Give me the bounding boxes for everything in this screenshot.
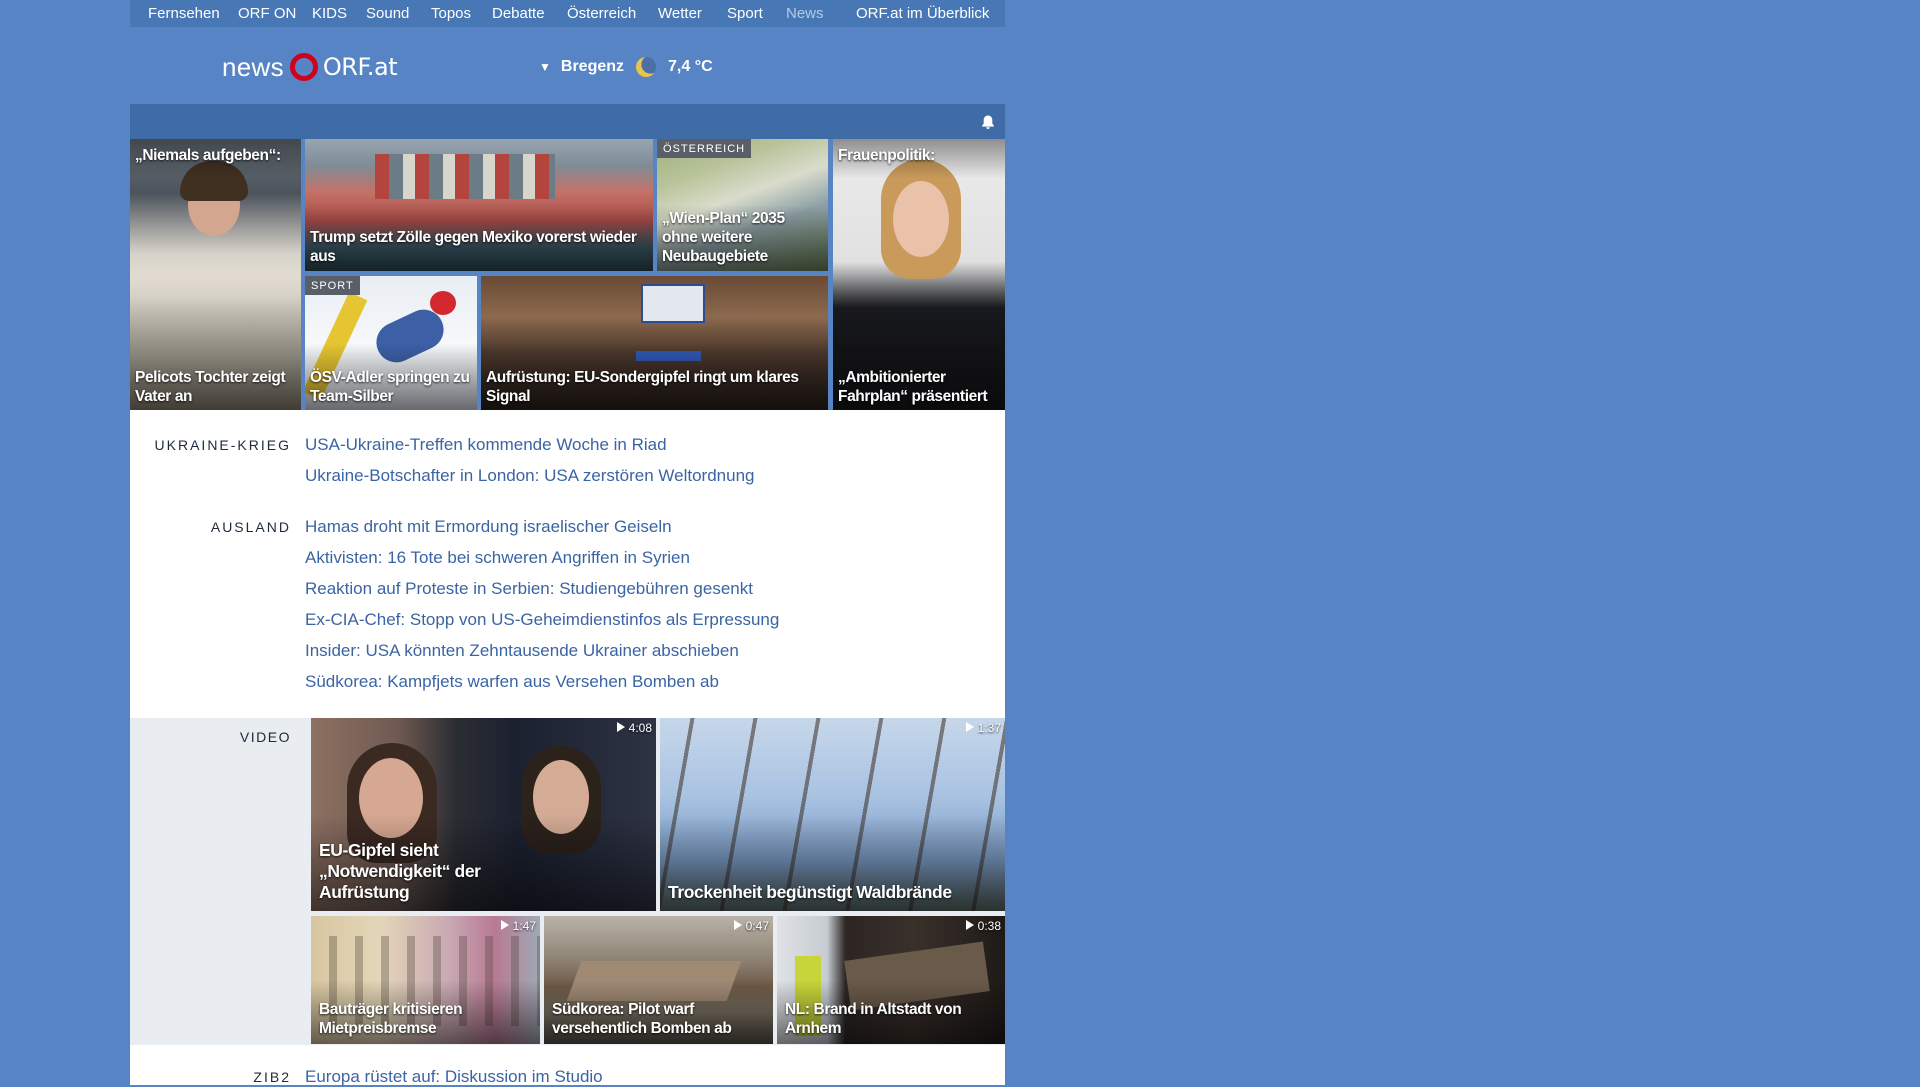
headline-link[interactable]: Ukraine-Botschafter in London: USA zerst… (305, 466, 755, 486)
video-duration: 0:38 (965, 919, 1001, 933)
section-label-zib2[interactable]: ZIB2 (253, 1069, 291, 1085)
hero-tile-frauenpolitik[interactable]: Frauenpolitik: „Ambitionierter Fahrplan“… (833, 139, 1005, 411)
video-duration: 0:47 (733, 919, 769, 933)
video-duration: 4:08 (616, 721, 652, 735)
nav-topos[interactable]: Topos (431, 0, 471, 27)
logo-orf-text: ORF.at (322, 53, 398, 81)
video-duration: 1:47 (500, 919, 536, 933)
hero-subtitle: „Ambitionierter Fahrplan“ präsentiert (838, 369, 988, 405)
page: Fernsehen ORF ON KIDS Sound Topos Debatt… (130, 0, 1005, 1086)
video-tile[interactable]: 4:08 EU-Gipfel sieht „Notwendigkeit“ der… (311, 718, 656, 911)
video-duration: 1:37 (965, 721, 1001, 735)
zib2-section: ZIB2 Europa rüstet auf: Diskussion im St… (130, 1045, 1005, 1087)
headline-link[interactable]: Südkorea: Kampfjets warfen aus Versehen … (305, 672, 719, 692)
weather-widget[interactable]: ▼ Bregenz 7,4 °C (539, 55, 713, 79)
video-section: VIDEO 4:08 EU-Gipfel sieht „Notwendigkei… (130, 718, 1005, 1046)
top-navigation: Fernsehen ORF ON KIDS Sound Topos Debatt… (130, 0, 1005, 27)
hero-title: Trump setzt Zölle gegen Mexiko vorerst w… (310, 229, 637, 265)
video-title: NL: Brand in Altstadt von Arnhem (785, 1001, 962, 1037)
hero-title: ÖSV-Adler springen zu Team-Silber (310, 369, 470, 405)
nav-news[interactable]: News (786, 0, 824, 27)
bell-icon[interactable] (981, 114, 995, 130)
section-label-ukraine-krieg[interactable]: UKRAINE-KRIEG (155, 437, 291, 453)
hero-tile-wien-plan[interactable]: ÖSTERREICH „Wien-Plan“ 2035 ohne weitere… (657, 139, 828, 271)
video-title: Trockenheit begünstigt Waldbrände (668, 882, 952, 902)
play-icon (965, 722, 974, 732)
play-icon (500, 920, 509, 930)
weather-city[interactable]: Bregenz (561, 58, 624, 76)
nav-fernsehen[interactable]: Fernsehen (148, 0, 220, 27)
headline-link[interactable]: Aktivisten: 16 Tote bei schweren Angriff… (305, 548, 690, 568)
hero-title: Frauenpolitik: (838, 147, 935, 164)
nav-overview[interactable]: ORF.at im Überblick (856, 0, 989, 27)
news-list: UKRAINE-KRIEG USA-Ukraine-Treffen kommen… (130, 410, 1005, 720)
nav-sport[interactable]: Sport (727, 0, 763, 27)
hero-title: „Niemals aufgeben“: (135, 147, 281, 164)
nav-oesterreich[interactable]: Österreich (567, 0, 636, 27)
headline-link[interactable]: Europa rüstet auf: Diskussion im Studio (305, 1067, 603, 1087)
video-title: Bauträger kritisieren Mietpreisbremse (319, 1001, 463, 1037)
category-badge: SPORT (305, 276, 360, 295)
video-tile[interactable]: 1:37 Trockenheit begünstigt Waldbrände (660, 718, 1005, 911)
sub-bar (130, 104, 1005, 139)
nav-kids[interactable]: KIDS (312, 0, 347, 27)
video-title: EU-Gipfel sieht „Notwendigkeit“ der Aufr… (319, 840, 481, 902)
play-icon (965, 920, 974, 930)
headline-link[interactable]: Hamas droht mit Ermordung israelischer G… (305, 517, 672, 537)
hero-tile-pelicot[interactable]: „Niemals aufgeben“: Pelicots Tochter zei… (130, 139, 301, 411)
headline-link[interactable]: Ex-CIA-Chef: Stopp von US-Geheimdienstin… (305, 610, 779, 630)
moon-icon (636, 57, 657, 77)
hero-title: Aufrüstung: EU-Sondergipfel ringt um kla… (486, 369, 799, 405)
weather-temperature: 7,4 °C (668, 58, 713, 75)
hero-tile-aufruestung[interactable]: Aufrüstung: EU-Sondergipfel ringt um kla… (481, 276, 828, 411)
site-header: news ORF.at ▼ Bregenz 7,4 °C (130, 27, 1005, 105)
play-icon (616, 722, 625, 732)
section-label-ausland[interactable]: AUSLAND (211, 519, 291, 535)
nav-debatte[interactable]: Debatte (492, 0, 545, 27)
headline-link[interactable]: Reaktion auf Proteste in Serbien: Studie… (305, 579, 753, 599)
hero-tile-oesv-adler[interactable]: SPORT ÖSV-Adler springen zu Team-Silber (305, 276, 477, 411)
category-badge: ÖSTERREICH (657, 139, 752, 158)
video-tile[interactable]: 0:38 NL: Brand in Altstadt von Arnhem (777, 916, 1005, 1044)
orf-eye-icon (289, 53, 318, 81)
hero-tile-trump-zoelle[interactable]: Trump setzt Zölle gegen Mexiko vorerst w… (305, 139, 653, 271)
nav-wetter[interactable]: Wetter (658, 0, 702, 27)
caret-down-icon[interactable]: ▼ (539, 60, 551, 74)
nav-orf-on[interactable]: ORF ON (238, 0, 296, 27)
logo-news-text: news (222, 51, 284, 82)
hero-subtitle: Pelicots Tochter zeigt Vater an (135, 369, 286, 405)
nav-sound[interactable]: Sound (366, 0, 409, 27)
headline-link[interactable]: USA-Ukraine-Treffen kommende Woche in Ri… (305, 435, 667, 455)
headline-link[interactable]: Insider: USA könnten Zehntausende Ukrain… (305, 641, 739, 661)
video-tile[interactable]: 0:47 Südkorea: Pilot warf versehentlich … (544, 916, 773, 1044)
video-title: Südkorea: Pilot warf versehentlich Bombe… (552, 1001, 732, 1037)
news-orf-logo[interactable]: news ORF.at (222, 49, 398, 85)
hero-title: „Wien-Plan“ 2035 ohne weitere Neubaugebi… (662, 210, 785, 265)
play-icon (733, 920, 742, 930)
section-label-video[interactable]: VIDEO (240, 729, 291, 745)
video-tile[interactable]: 1:47 Bauträger kritisieren Mietpreisbrem… (311, 916, 540, 1044)
